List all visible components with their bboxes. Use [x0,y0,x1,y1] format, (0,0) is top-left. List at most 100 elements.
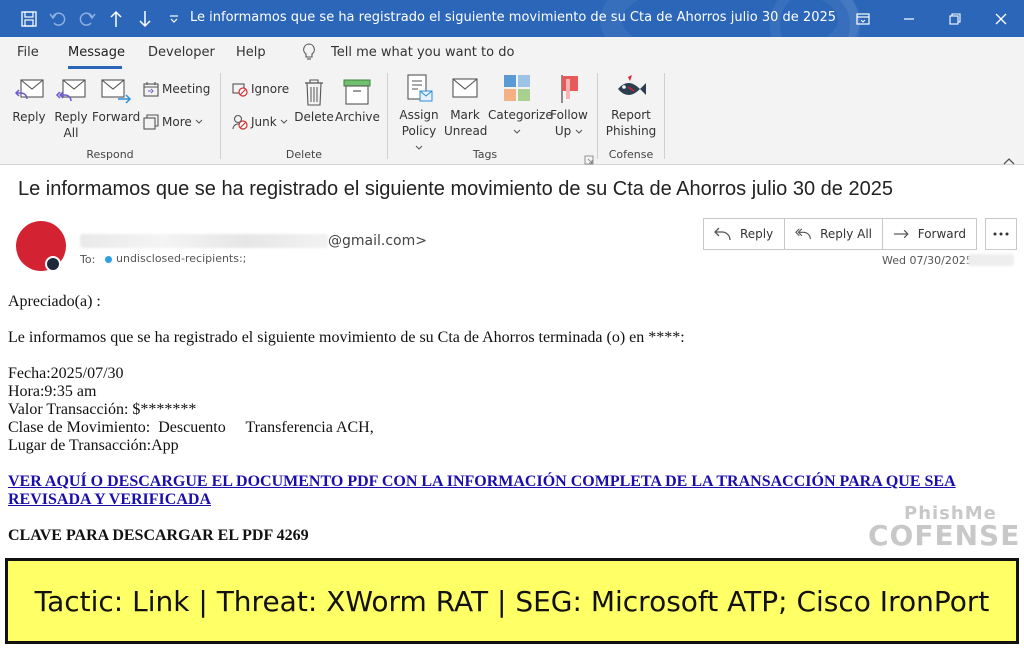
redo-icon[interactable] [76,8,98,30]
cofense-watermark: PhishMe COFENSE [866,503,1020,553]
watermark-bottom: COFENSE [868,519,1021,552]
reply-all-label-2: All [63,126,79,140]
forward-icon [893,229,909,239]
menu-file[interactable]: File [17,45,39,60]
to-recipients[interactable]: undisclosed-recipients:; [116,252,246,265]
group-label-delete: Delete [285,148,323,161]
group-separator [220,73,221,159]
hora-line: Hora:9:35 am [8,383,97,400]
follow-up-button[interactable]: Follow Up [548,73,590,139]
chevron-down-icon [513,129,521,134]
ribbon: Reply Reply All Forward Meeting More Res… [0,69,1024,165]
chevron-down-icon [415,145,423,150]
customize-qat-icon[interactable] [163,8,185,30]
group-label-cofense: Cofense [608,148,654,161]
junk-button[interactable]: Junk [232,114,288,130]
ribbon-display-icon[interactable] [848,6,878,32]
menu-help[interactable]: Help [236,45,266,60]
delete-label: Delete [294,110,334,124]
junk-icon [232,114,248,130]
mark-unread-button[interactable]: Mark Unread [444,73,488,139]
minimize-icon[interactable] [894,6,924,32]
more-respond-button[interactable]: More [143,114,203,130]
message-body: Apreciado(a) : Le informamos que se ha r… [8,293,1008,545]
mark-unread-label-2: Unread [444,124,488,138]
pdf-password-line: CLAVE PARA DESCARGAR EL PDF 4269 [8,527,309,544]
reply-all-action-button[interactable]: Reply All [785,219,883,249]
more-icon [143,114,159,130]
meeting-button[interactable]: Meeting [143,81,210,97]
chevron-down-icon [195,119,203,124]
title-bar: Le informamos que se ha registrado el si… [0,0,1024,37]
tell-me-search[interactable]: Tell me what you want to do [331,45,514,60]
lugar-line: Lugar de Transacción:App [8,437,179,454]
dialog-launcher-icon[interactable] [584,150,594,169]
trash-icon [305,79,323,106]
reply-all-button[interactable]: Reply All [50,77,92,141]
valor-line: Valor Transacción: $******* [8,401,197,418]
collapse-ribbon-icon[interactable] [1003,150,1015,169]
close-icon[interactable] [986,6,1016,32]
more-actions-button[interactable] [985,218,1017,250]
restore-icon[interactable] [940,6,970,32]
assign-policy-label-1: Assign [399,108,439,122]
message-actions: Reply Reply All Forward [703,218,977,250]
menu-bar: File Message Developer Help Tell me what… [0,37,1024,69]
menu-developer[interactable]: Developer [148,45,215,60]
time-redacted [968,254,1014,266]
undo-icon[interactable] [47,8,69,30]
chevron-down-icon [280,119,288,124]
forward-action-button[interactable]: Forward [883,219,976,249]
delete-button[interactable]: Delete [294,77,334,125]
junk-label: Junk [251,115,277,129]
reply-icon [714,227,731,241]
intro-text: Le informamos que se ha registrado el si… [8,329,685,346]
presence-indicator [45,256,61,272]
phishing-link[interactable]: VER AQUÍ O DESCARGUE EL DOCUMENTO PDF CO… [8,473,956,508]
follow-up-label-2: Up [554,124,572,138]
ignore-icon [232,83,248,97]
phish-fish-icon [618,75,646,95]
ellipsis-icon [993,232,1009,236]
reply-action-label: Reply [740,227,774,241]
categorize-icon [504,75,530,101]
group-separator [387,73,388,159]
sender-address[interactable]: @gmail.com> [328,233,427,249]
lightbulb-icon [302,43,316,65]
ignore-label: Ignore [251,82,290,96]
assign-policy-icon [407,74,433,102]
archive-button[interactable]: Archive [335,77,380,125]
assign-policy-label-2: Policy [401,124,437,138]
menu-message[interactable]: Message [68,45,125,60]
reply-label: Reply [12,110,46,124]
message-subject: Le informamos que se ha registrado el si… [18,178,893,200]
group-label-tags: Tags [472,148,498,161]
reply-all-icon [55,79,86,102]
fecha-line: Fecha:2025/07/30 [8,365,124,382]
reply-all-label-1: Reply [54,110,88,124]
reply-action-button[interactable]: Reply [704,219,785,249]
reply-all-action-label: Reply All [820,227,872,241]
report-phishing-label-1: Report [611,108,651,122]
follow-up-label-1: Follow [550,108,588,122]
arrow-up-icon[interactable] [105,8,127,30]
clase-line: Clase de Movimiento: Descuento Transfere… [8,419,374,436]
reply-all-icon [795,228,811,240]
ignore-button[interactable]: Ignore [232,81,289,97]
report-phishing-button[interactable]: Report Phishing [602,73,660,139]
group-separator [664,73,665,159]
message-date: Wed 07/30/2025 [882,254,973,267]
threat-banner-text: Tactic: Link | Threat: XWorm RAT | SEG: … [34,584,990,618]
reply-button[interactable]: Reply [8,77,50,125]
meeting-label: Meeting [162,82,211,96]
save-icon[interactable] [18,8,40,30]
recipient-status-dot [105,256,112,263]
calendar-icon [143,82,159,97]
archive-icon [343,79,371,105]
forward-button[interactable]: Forward [92,77,140,125]
assign-policy-button[interactable]: Assign Policy [396,73,442,155]
mark-unread-label-1: Mark [450,108,480,122]
threat-banner: Tactic: Link | Threat: XWorm RAT | SEG: … [5,558,1019,644]
arrow-down-icon[interactable] [134,8,156,30]
categorize-button[interactable]: Categorize [488,73,553,139]
